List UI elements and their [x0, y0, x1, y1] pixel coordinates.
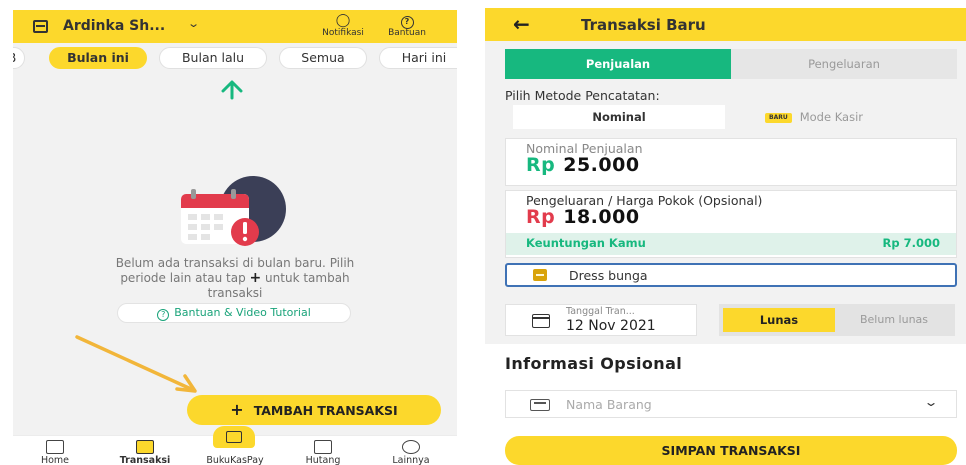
status-paid-button[interactable]: Lunas	[723, 308, 835, 332]
arrow-up-icon	[221, 80, 243, 100]
filter-chip-this-month[interactable]: Bulan ini	[49, 47, 147, 69]
item-name-placeholder: Nama Barang	[566, 397, 652, 412]
nav-home[interactable]: Home	[15, 440, 95, 465]
bottom-navigation: Home Transaksi BukuKasPay Hutang Lainnya	[13, 426, 457, 465]
empty-line-2-end: untuk tambah	[261, 271, 350, 285]
box-icon	[530, 399, 550, 411]
optional-info-title: Informasi Opsional	[505, 354, 683, 373]
note-icon	[533, 269, 547, 281]
shop-name[interactable]: Ardinka Sh...	[63, 18, 165, 34]
question-icon: ?	[157, 309, 170, 321]
currency-label: Rp	[526, 206, 556, 228]
tutorial-label: Bantuan & Video Tutorial	[174, 306, 311, 319]
status-unpaid-button[interactable]: Belum lunas	[837, 308, 951, 332]
transaction-note-input[interactable]: Dress bunga	[505, 263, 957, 287]
profit-label: Keuntungan Kamu	[526, 236, 646, 250]
recording-method-tabs: Nominal BARU Mode Kasir	[505, 104, 957, 130]
bell-icon: ◯	[335, 13, 351, 28]
transaction-icon	[136, 440, 154, 454]
notifications-button[interactable]: ◯ Notifikasi	[313, 13, 373, 38]
empty-line-1: Belum ada transaksi di bulan baru. Pilih	[115, 256, 355, 270]
new-transaction-screen: ← Transaksi Baru Penjualan Pengeluaran P…	[485, 8, 966, 465]
transaction-date-picker[interactable]: Tanggal Tran... 12 Nov 2021	[505, 304, 697, 336]
nav-transaksi[interactable]: Transaksi	[105, 440, 185, 465]
nav-home-label: Home	[40, 455, 70, 465]
sales-amount-number: 25.000	[563, 154, 640, 176]
plus-icon: +	[230, 400, 244, 419]
cost-amount-value: Rp 18.000	[526, 206, 640, 228]
cost-amount-number: 18.000	[563, 206, 640, 228]
home-icon	[46, 440, 64, 454]
nav-transaksi-label: Transaksi	[119, 455, 171, 465]
filter-chip-today[interactable]: Hari ini	[379, 47, 457, 69]
method-tab-cashier-mode[interactable]: BARU Mode Kasir	[765, 105, 945, 129]
filter-chip-last-month[interactable]: Bulan lalu	[159, 47, 267, 69]
transaction-date-value: 12 Nov 2021	[566, 318, 656, 334]
profit-value: Rp 7.000	[882, 236, 940, 250]
question-icon: ?	[377, 13, 437, 29]
currency-label: Rp	[526, 154, 556, 176]
sales-amount-field[interactable]: Nominal Penjualan Rp 25.000	[505, 138, 957, 186]
transactions-screen: Ardinka Sh... ⌄ ◯ Notifikasi ? Bantuan B…	[13, 10, 457, 465]
empty-line-2-start: periode lain atau tap	[120, 271, 250, 285]
empty-line-2: periode lain atau tap + untuk tambah	[53, 271, 417, 286]
item-name-dropdown[interactable]: Nama Barang ⌄	[505, 390, 957, 418]
annotation-arrow-icon	[75, 335, 197, 393]
top-bar: Ardinka Sh... ⌄ ◯ Notifikasi ? Bantuan	[13, 10, 457, 43]
recording-method-label: Pilih Metode Pencatatan:	[505, 88, 660, 103]
store-icon	[33, 20, 48, 33]
plus-icon: +	[249, 270, 262, 286]
top-bar: ← Transaksi Baru	[485, 8, 966, 41]
more-icon	[402, 440, 420, 454]
chevron-down-icon[interactable]: ⌄	[187, 17, 200, 30]
new-badge: BARU	[765, 113, 792, 123]
tab-pengeluaran[interactable]: Pengeluaran	[731, 49, 957, 79]
nav-hutang[interactable]: Hutang	[283, 440, 363, 465]
empty-state-message: Belum ada transaksi di bulan baru. Pilih…	[53, 256, 417, 301]
cost-amount-field[interactable]: Pengeluaran / Harga Pokok (Opsional) Rp 1…	[505, 190, 957, 258]
transaction-note-value: Dress bunga	[569, 268, 648, 283]
chevron-down-icon[interactable]: ⌄	[923, 395, 938, 409]
period-filter-bar: B Bulan ini Bulan lalu Semua Hari ini	[13, 46, 457, 72]
cashier-mode-label: Mode Kasir	[799, 110, 864, 124]
debt-icon	[314, 440, 332, 454]
nav-bukukaspay[interactable]: BukuKasPay	[195, 440, 275, 465]
page-title: Transaksi Baru	[581, 16, 706, 34]
nav-bukukaspay-label: BukuKasPay	[206, 455, 264, 465]
payment-status-toggle: Lunas Belum lunas	[719, 304, 955, 336]
nav-lainnya[interactable]: Lainnya	[371, 440, 451, 465]
help-label: Bantuan	[388, 28, 426, 38]
notifications-label: Notifikasi	[322, 28, 364, 38]
filter-chip-all[interactable]: Semua	[279, 47, 367, 69]
help-video-tutorial-button[interactable]: ? Bantuan & Video Tutorial	[117, 303, 351, 323]
sales-amount-value: Rp 25.000	[526, 154, 640, 176]
calendar-icon	[532, 314, 550, 328]
transaction-date-label: Tanggal Tran...	[566, 306, 635, 317]
filter-chip-previous[interactable]: B	[13, 47, 25, 69]
transaction-type-tabs: Penjualan Pengeluaran	[505, 49, 957, 79]
back-arrow-icon[interactable]: ←	[513, 12, 530, 36]
calendar-alert-illustration	[181, 176, 286, 246]
save-transaction-button[interactable]: SIMPAN TRANSAKSI	[505, 436, 957, 465]
nav-hutang-label: Hutang	[305, 455, 341, 465]
add-transaction-button[interactable]: + TAMBAH TRANSAKSI	[187, 395, 441, 425]
method-tab-nominal[interactable]: Nominal	[513, 105, 725, 129]
profit-row: Keuntungan Kamu Rp 7.000	[506, 233, 956, 255]
help-button[interactable]: ? Bantuan	[377, 13, 437, 38]
nav-lainnya-label: Lainnya	[392, 455, 430, 465]
add-transaction-label: TAMBAH TRANSAKSI	[253, 403, 398, 418]
empty-line-3: transaksi	[207, 286, 263, 300]
tab-penjualan[interactable]: Penjualan	[505, 49, 731, 79]
